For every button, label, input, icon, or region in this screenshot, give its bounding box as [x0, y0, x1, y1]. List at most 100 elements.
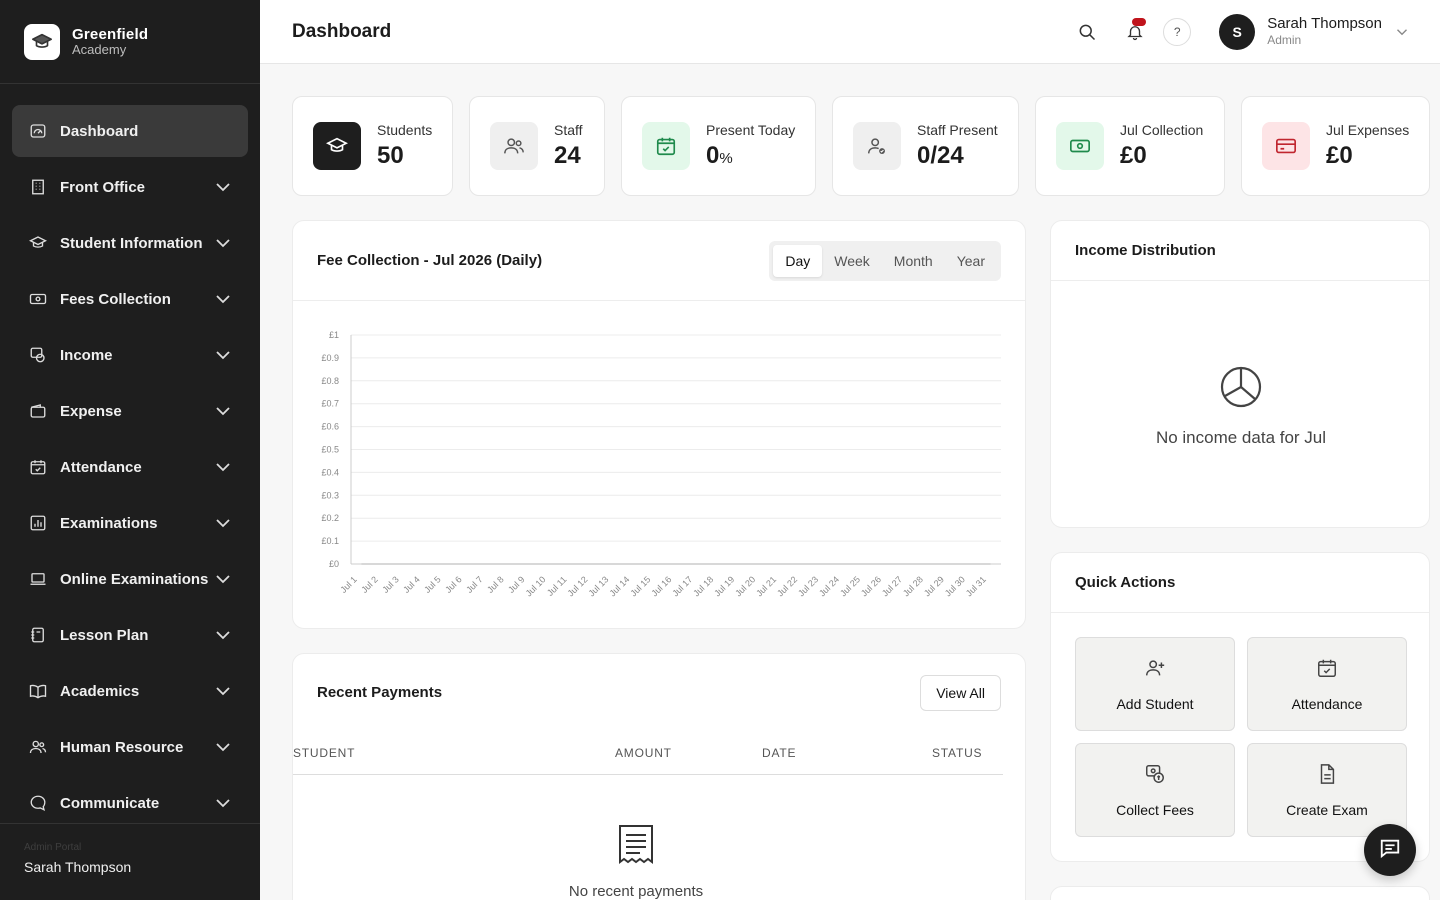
help-button[interactable]: ? — [1163, 17, 1192, 46]
chevron-down-icon[interactable] — [214, 234, 232, 252]
fee-collection-panel: Fee Collection - Jul 2026 (Daily) Day We… — [292, 220, 1026, 629]
chat-button[interactable] — [1364, 824, 1416, 876]
money-icon — [1144, 763, 1166, 790]
chevron-down-icon[interactable] — [214, 514, 232, 532]
period-toggle: Day Week Month Year — [769, 240, 1001, 281]
tab-month[interactable]: Month — [882, 245, 945, 277]
x-tick-label: Jul 8 — [485, 574, 506, 595]
stat-card-present-today[interactable]: Present Today 0% — [621, 96, 816, 196]
sidebar-item-label: Expense — [60, 402, 122, 420]
avatar: S — [1219, 13, 1256, 50]
page-title: Dashboard — [292, 20, 392, 42]
x-tick-label: Jul 15 — [628, 574, 652, 598]
x-tick-label: Jul 25 — [838, 574, 862, 598]
sidebar-item-income[interactable]: Income — [12, 329, 248, 381]
user-plus-icon — [1144, 657, 1166, 684]
brand[interactable]: Greenfield Academy — [0, 0, 260, 84]
message-icon — [28, 793, 48, 813]
x-tick-label: Jul 7 — [464, 574, 485, 595]
sidebar-item-front-office[interactable]: Front Office — [12, 161, 248, 213]
sidebar-item-label: Examinations — [60, 514, 158, 532]
sidebar-item-label: Communicate — [60, 794, 160, 812]
column-header-status[interactable]: STATUS — [932, 746, 982, 760]
column-header-date[interactable]: DATE — [762, 746, 796, 760]
column-header-student[interactable]: STUDENT — [293, 746, 355, 760]
chevron-down-icon[interactable] — [214, 626, 232, 644]
users-icon — [490, 122, 538, 170]
chevron-down-icon[interactable] — [214, 570, 232, 588]
search-icon[interactable] — [1073, 18, 1101, 46]
sidebar-item-label: Fees Collection — [60, 290, 171, 308]
collect-fees-button[interactable]: Collect Fees — [1075, 743, 1235, 837]
sidebar-item-label: Academics — [60, 682, 140, 700]
sidebar-item-examinations[interactable]: Examinations — [12, 497, 248, 549]
tab-year[interactable]: Year — [945, 245, 997, 277]
users-icon — [28, 737, 48, 757]
sidebar-item-human-resource[interactable]: Human Resource — [12, 721, 248, 773]
chevron-down-icon[interactable] — [214, 290, 232, 308]
y-tick-label: £0 — [329, 559, 339, 569]
panel-title: Income Distribution — [1075, 242, 1216, 259]
view-all-button[interactable]: View All — [920, 674, 1001, 711]
dashboard-icon — [28, 121, 48, 141]
attendance-button[interactable]: Attendance — [1247, 637, 1407, 731]
stat-card-jul-expenses[interactable]: Jul Expenses £0 — [1241, 96, 1430, 196]
chevron-down-icon[interactable] — [214, 682, 232, 700]
x-tick-label: Jul 5 — [422, 574, 443, 595]
sidebar-item-fees-collection[interactable]: Fees Collection — [12, 273, 248, 325]
banknote-icon — [1056, 122, 1104, 170]
footer-user-name[interactable]: Sarah Thompson — [24, 859, 236, 875]
calendar-check-icon — [28, 457, 48, 477]
notification-dot — [1132, 17, 1147, 26]
quick-action-label: Collect Fees — [1116, 801, 1194, 818]
stat-value: 24 — [554, 142, 581, 169]
sidebar-item-label: Front Office — [60, 178, 145, 196]
sidebar-item-dashboard[interactable]: Dashboard — [12, 105, 248, 157]
x-tick-label: Jul 24 — [817, 574, 841, 598]
notebook-icon — [28, 625, 48, 645]
x-tick-label: Jul 22 — [775, 574, 799, 598]
y-tick-label: £0.3 — [321, 490, 339, 500]
stat-card-staff[interactable]: Staff 24 — [469, 96, 605, 196]
book-icon — [28, 681, 48, 701]
x-tick-label: Jul 10 — [524, 574, 548, 598]
chevron-down-icon[interactable] — [214, 794, 232, 812]
sidebar-item-attendance[interactable]: Attendance — [12, 441, 248, 493]
panel-title: Recent Payments — [317, 684, 443, 701]
stat-value: £0 — [1120, 142, 1147, 169]
graduation-cap-logo-icon — [24, 23, 60, 60]
stat-label: Students — [377, 122, 433, 138]
chevron-down-icon[interactable] — [214, 458, 232, 476]
wallet-icon — [28, 401, 48, 421]
stat-card-jul-collection[interactable]: Jul Collection £0 — [1035, 96, 1225, 196]
x-tick-label: Jul 27 — [880, 574, 904, 598]
sidebar-item-student-information[interactable]: Student Information — [12, 217, 248, 269]
user-menu[interactable]: S Sarah Thompson Admin — [1219, 13, 1408, 50]
sidebar-item-lesson-plan[interactable]: Lesson Plan — [12, 609, 248, 661]
sidebar-item-expense[interactable]: Expense — [12, 385, 248, 437]
chevron-down-icon[interactable] — [214, 346, 232, 364]
bell-icon[interactable] — [1121, 17, 1149, 46]
stat-card-staff-present[interactable]: Staff Present 0/24 — [832, 96, 1019, 196]
sidebar-item-academics[interactable]: Academics — [12, 665, 248, 717]
quick-action-label: Create Exam — [1286, 801, 1368, 818]
empty-state-text: No recent payments — [568, 883, 704, 900]
stat-card-students[interactable]: Students 50 — [292, 96, 453, 196]
panel-title: Quick Actions — [1075, 574, 1176, 591]
sidebar-item-label: Dashboard — [60, 122, 139, 140]
sidebar-item-online-examinations[interactable]: Online Examinations — [12, 553, 248, 605]
chevron-down-icon[interactable] — [214, 178, 232, 196]
sidebar-item-communicate[interactable]: Communicate — [12, 777, 248, 829]
quick-action-label: Add Student — [1116, 695, 1194, 712]
add-student-button[interactable]: Add Student — [1075, 637, 1235, 731]
empty-state: No recent payments — [293, 824, 979, 900]
column-header-amount[interactable]: AMOUNT — [615, 746, 672, 760]
chevron-down-icon[interactable] — [214, 738, 232, 756]
tab-day[interactable]: Day — [773, 244, 823, 277]
create-exam-button[interactable]: Create Exam — [1247, 743, 1407, 837]
tab-week[interactable]: Week — [822, 245, 882, 277]
graduation-cap-icon — [28, 233, 48, 253]
calendar-check-icon — [642, 122, 690, 170]
top-header: Dashboard ? S Sarah Thompson Admin — [260, 0, 1440, 64]
chevron-down-icon[interactable] — [214, 402, 232, 420]
